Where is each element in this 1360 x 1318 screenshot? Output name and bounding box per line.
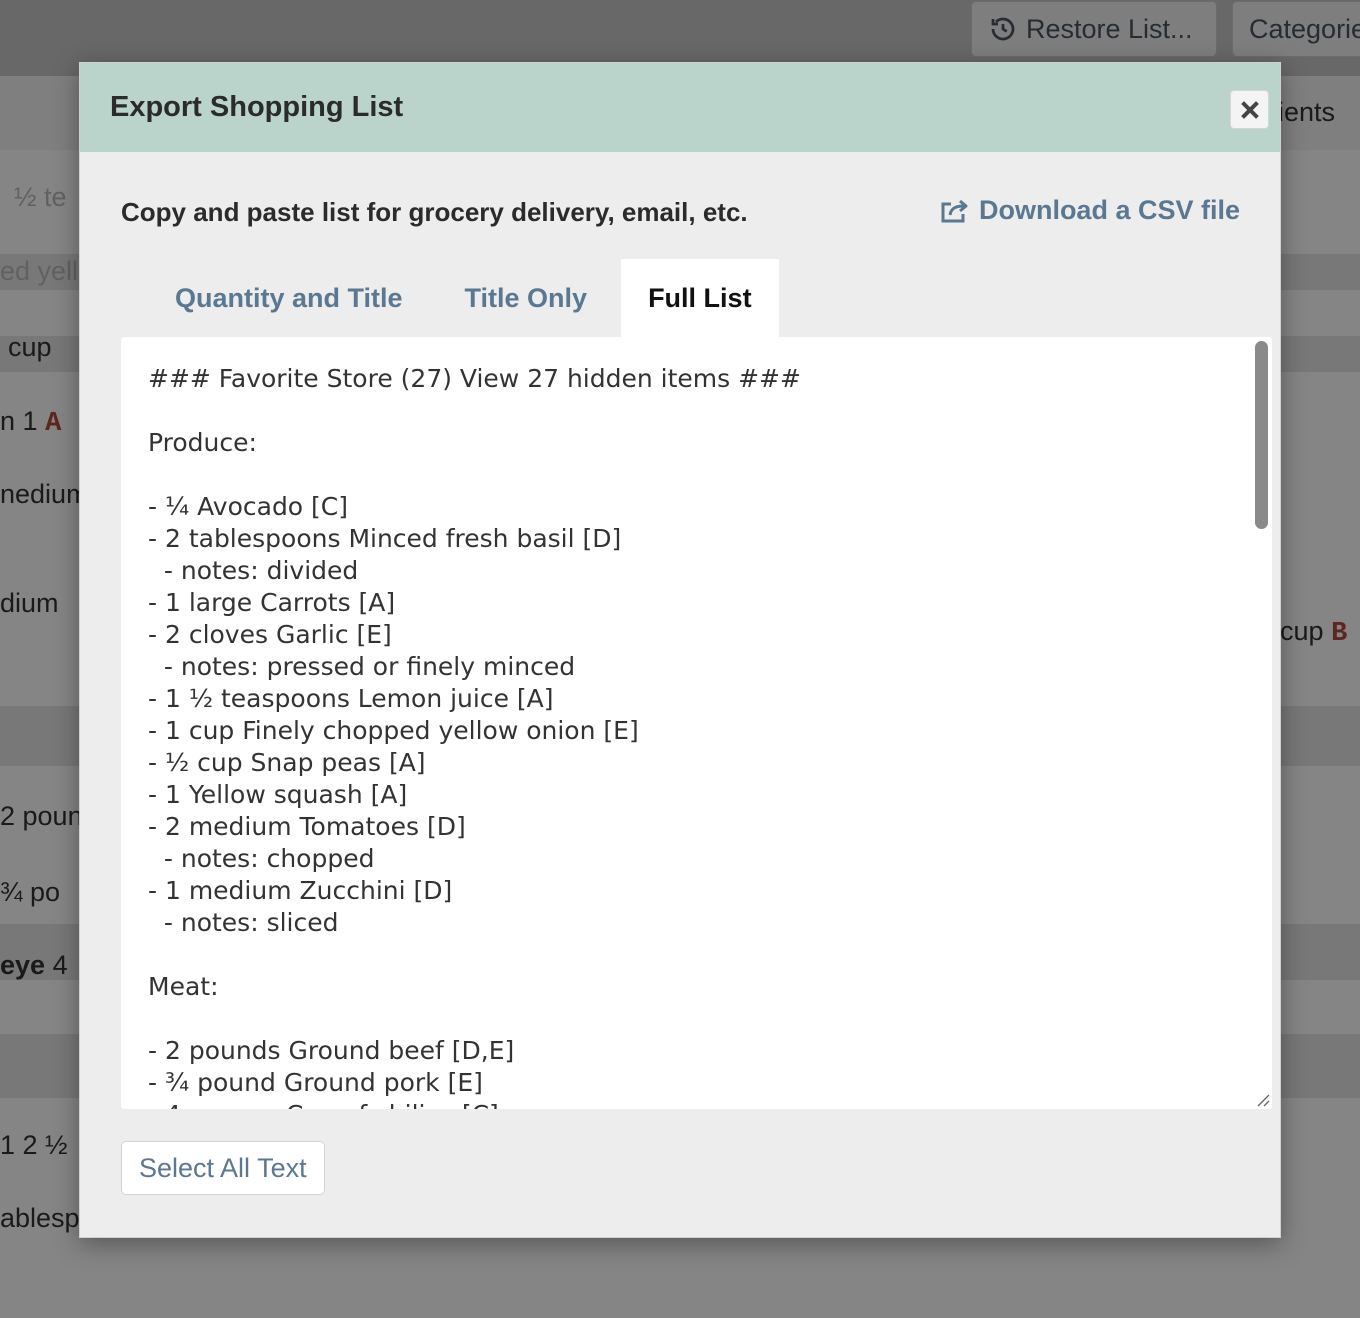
dialog-header: Export Shopping List — [80, 63, 1280, 152]
tab-quantity-and-title[interactable]: Quantity and Title — [121, 259, 434, 337]
select-all-text-button[interactable]: Select All Text — [121, 1141, 325, 1195]
export-text-content[interactable]: ### Favorite Store (27) View 27 hidden i… — [148, 363, 1228, 1109]
dialog-title: Export Shopping List — [110, 91, 404, 123]
tab-title-only[interactable]: Title Only — [434, 259, 622, 337]
textarea-scrollbar[interactable] — [1255, 341, 1268, 529]
resize-handle-icon[interactable] — [1254, 1091, 1270, 1107]
close-icon — [1240, 100, 1259, 119]
download-csv-link[interactable]: Download a CSV file — [940, 195, 1240, 226]
download-csv-label: Download a CSV file — [978, 195, 1240, 225]
tab-full-list[interactable]: Full List — [621, 259, 779, 337]
export-shopping-list-dialog: Export Shopping List Copy and paste list… — [79, 62, 1281, 1238]
export-textarea[interactable]: ### Favorite Store (27) View 27 hidden i… — [121, 337, 1272, 1109]
share-export-icon — [941, 199, 968, 222]
dialog-instructions: Copy and paste list for grocery delivery… — [121, 197, 748, 227]
close-button[interactable] — [1230, 90, 1269, 129]
export-format-tabs: Quantity and Title Title Only Full List — [121, 259, 779, 337]
